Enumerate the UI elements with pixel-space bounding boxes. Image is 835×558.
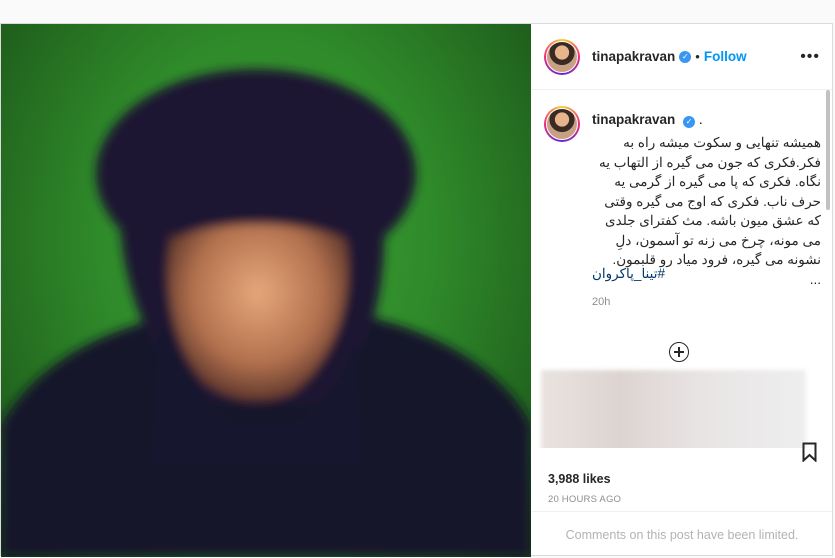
separator-dot: • xyxy=(695,49,700,64)
author-avatar[interactable] xyxy=(544,38,580,75)
more-options-icon[interactable]: ••• xyxy=(800,48,820,66)
likes-count[interactable]: 3,988 likes xyxy=(548,472,611,486)
blurred-comments xyxy=(541,370,806,448)
post-photo[interactable] xyxy=(1,24,531,557)
author-username[interactable]: tinapakravan xyxy=(592,49,675,64)
post-card: tinapakravan ✓ • Follow ••• tinapakravan… xyxy=(0,23,834,557)
post-side-panel: tinapakravan ✓ • Follow ••• tinapakravan… xyxy=(532,24,834,557)
comments-limited-notice: Comments on this post have been limited. xyxy=(532,511,832,558)
caption-username[interactable]: tinapakravan xyxy=(592,112,675,127)
caption-time: 20h xyxy=(592,296,611,308)
bookmark-icon[interactable] xyxy=(802,442,817,462)
caption-suffix: . xyxy=(698,112,703,127)
comments-scrollbar[interactable] xyxy=(826,90,830,210)
post-date[interactable]: 20 HOURS AGO xyxy=(548,494,621,505)
plus-circle-icon[interactable] xyxy=(669,342,689,362)
comments-section[interactable]: tinapakravan ✓ . همیشه تنهایی و سکوت میش… xyxy=(532,90,832,448)
follow-button[interactable]: Follow xyxy=(704,49,747,64)
portrait-illustration xyxy=(1,69,531,557)
verified-badge-icon: ✓ xyxy=(683,116,696,128)
caption-author: tinapakravan ✓ . xyxy=(592,112,703,128)
verified-badge-icon: ✓ xyxy=(679,50,692,63)
caption-hashtag[interactable]: #تینا_پاکروان xyxy=(592,266,665,282)
post-header: tinapakravan ✓ • Follow ••• xyxy=(532,24,832,90)
caption-avatar[interactable] xyxy=(544,106,580,142)
